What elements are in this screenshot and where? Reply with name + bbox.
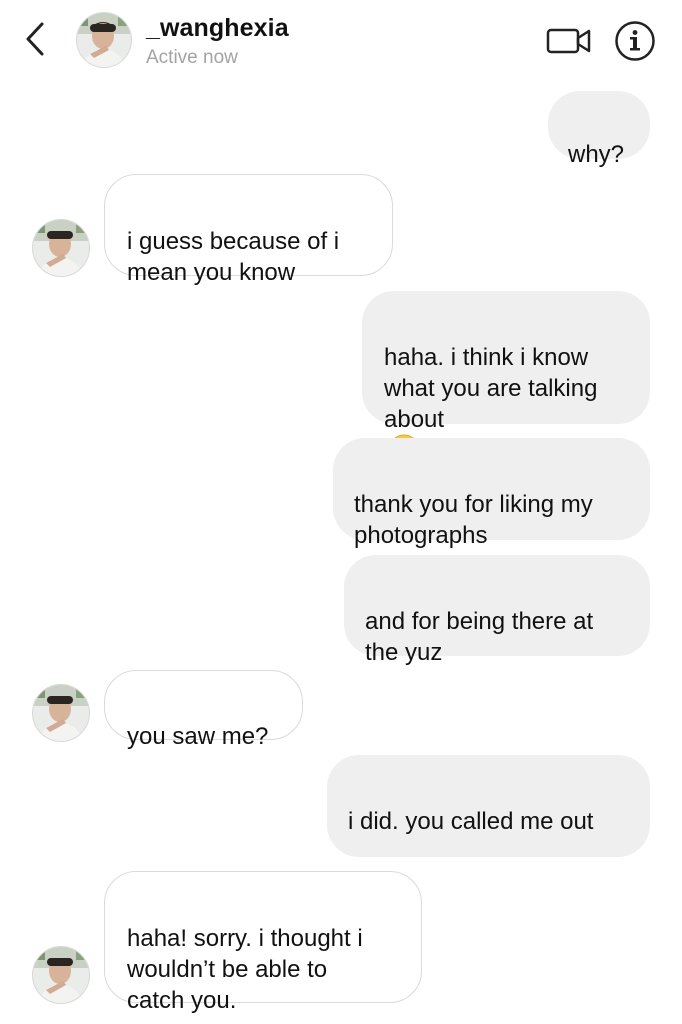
profile-avatar[interactable] [76, 12, 132, 68]
message-text: i guess because of i mean you know [127, 228, 340, 286]
chat-header: _wanghexia Active now [0, 0, 682, 78]
message-bubble-outgoing[interactable]: thank you for liking my photographs [333, 438, 650, 549]
message-bubble-outgoing[interactable]: why? [548, 91, 650, 168]
sender-avatar[interactable] [32, 219, 90, 277]
message-text: why? [568, 141, 625, 168]
chevron-left-icon [26, 22, 44, 56]
message-bubble-incoming[interactable]: haha! sorry. i thought i wouldn’t be abl… [104, 871, 422, 1014]
back-button[interactable] [18, 18, 52, 60]
message-text: i did. you called me out [348, 808, 594, 835]
sender-avatar[interactable] [32, 684, 90, 742]
active-status: Active now [146, 47, 238, 68]
message-bubble-incoming[interactable]: i guess because of i mean you know [104, 174, 393, 286]
message-bubble-outgoing[interactable]: and for being there at the yuz [344, 555, 650, 666]
message-bubble-outgoing[interactable]: haha. i think i know what you are talkin… [362, 291, 650, 464]
message-bubble-outgoing[interactable]: i did. you called me out [327, 755, 650, 930]
message-bubble-incoming[interactable]: you saw me? [104, 670, 303, 750]
message-text: haha. i think i know what you are talkin… [384, 344, 598, 433]
message-text: thank you for liking my photographs [354, 491, 593, 549]
message-text: haha! sorry. i thought i wouldn’t be abl… [127, 925, 363, 1014]
message-text: and for being there at the yuz [365, 608, 594, 666]
sender-avatar[interactable] [32, 946, 90, 1004]
info-icon[interactable] [614, 20, 656, 62]
message-text: you saw me? [127, 723, 269, 750]
video-camera-icon[interactable] [546, 26, 592, 56]
chat-username[interactable]: _wanghexia [146, 14, 289, 43]
